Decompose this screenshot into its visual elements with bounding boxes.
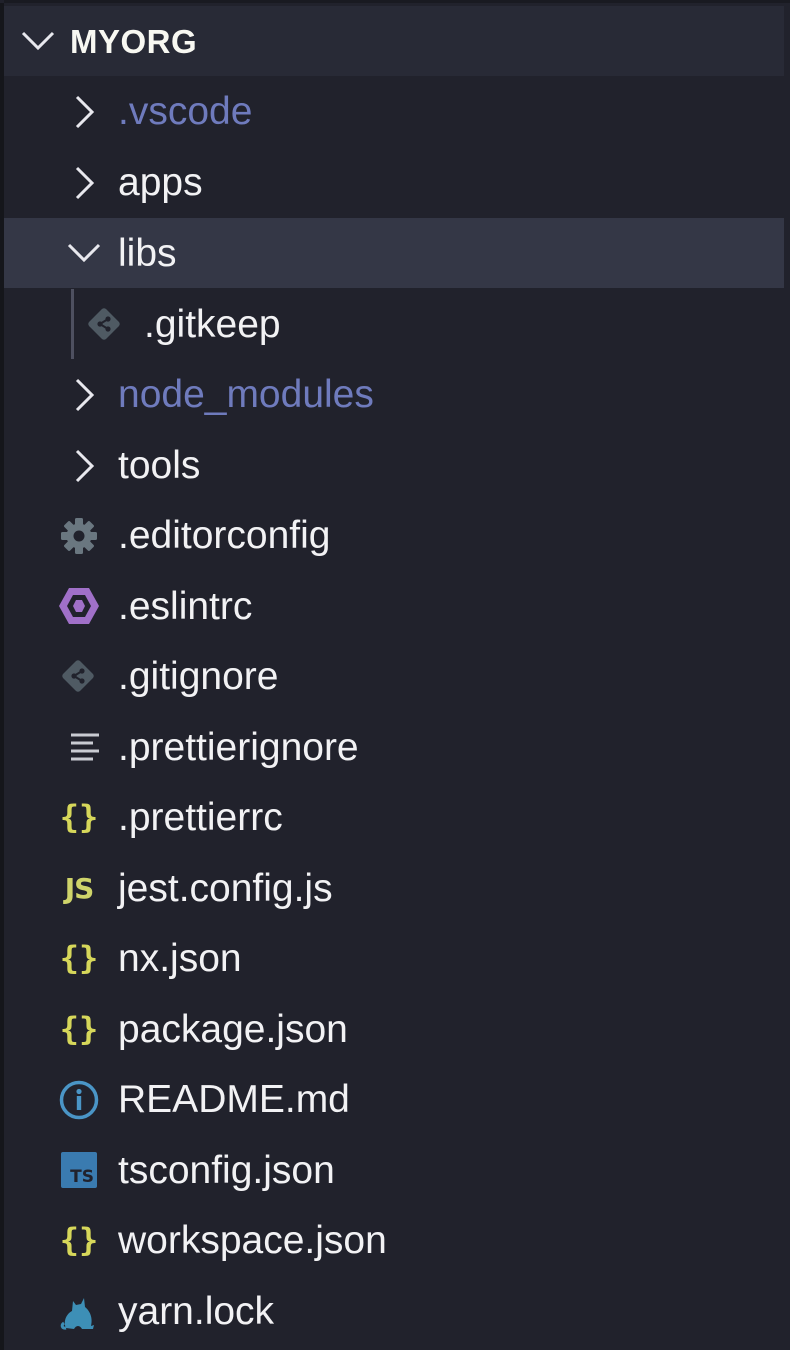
workspace-root-label: MYORG <box>70 23 198 60</box>
tree-item-apps-folder[interactable]: apps <box>4 147 784 217</box>
tree-item-label: tsconfig.json <box>118 1149 335 1192</box>
tree-item-prettierignore-file[interactable]: .prettierignore <box>4 712 784 782</box>
js-icon: JS <box>59 870 99 906</box>
tree-item-eslintrc-file[interactable]: .eslintrc <box>4 571 784 641</box>
braces-icon: {} <box>59 1009 99 1049</box>
ts-icon: TS <box>61 1152 97 1188</box>
tree-item-tsconfig-file[interactable]: TS tsconfig.json <box>4 1135 784 1205</box>
braces-icon: {} <box>59 1220 99 1260</box>
tree-item-gitignore-file[interactable]: .gitignore <box>4 641 784 711</box>
git-icon <box>86 306 122 342</box>
tree-item-nx-json-file[interactable]: {} nx.json <box>4 923 784 993</box>
chevron-down-icon[interactable] <box>66 240 102 266</box>
svg-text:{}: {} <box>60 1010 99 1048</box>
tree-item-yarn-lock-file[interactable]: yarn.lock <box>4 1276 784 1346</box>
chevron-down-icon[interactable] <box>20 28 56 54</box>
chevron-right-icon[interactable] <box>72 165 98 201</box>
tree-item-node-modules-folder[interactable]: node_modules <box>4 359 784 429</box>
tree-item-label: nx.json <box>118 937 242 980</box>
tree-item-package-json-file[interactable]: {} package.json <box>4 994 784 1064</box>
git-icon <box>60 658 96 694</box>
tree-item-libs-folder[interactable]: libs <box>4 218 784 288</box>
yarn-cat-icon <box>60 1292 98 1332</box>
js-icon-text: JS <box>64 871 95 905</box>
explorer-root-header[interactable]: MYORG <box>4 6 784 76</box>
lines-icon <box>68 731 102 763</box>
svg-text:{}: {} <box>60 1221 99 1259</box>
info-icon <box>58 1079 100 1121</box>
tree-item-prettierrc-file[interactable]: {} .prettierrc <box>4 782 784 852</box>
tree-item-label: jest.config.js <box>118 867 333 910</box>
tree-item-label: .editorconfig <box>118 514 331 557</box>
tree-item-gitkeep-file[interactable]: .gitkeep <box>4 289 784 359</box>
tree-item-label: libs <box>118 232 177 275</box>
tree-item-label: .prettierignore <box>118 726 359 769</box>
chevron-right-icon[interactable] <box>72 377 98 413</box>
tree-item-jest-config-file[interactable]: JS jest.config.js <box>4 853 784 923</box>
chevron-right-icon[interactable] <box>72 94 98 130</box>
tree-item-label: apps <box>118 161 203 204</box>
tree-item-label: .vscode <box>118 90 253 133</box>
svg-text:{}: {} <box>60 798 99 836</box>
chevron-right-icon[interactable] <box>72 448 98 484</box>
tree-item-label: yarn.lock <box>118 1290 275 1333</box>
braces-icon: {} <box>59 797 99 837</box>
tree-item-label: .gitignore <box>118 655 279 698</box>
tree-item-label: .gitkeep <box>144 303 281 346</box>
tree-item-label: package.json <box>118 1008 348 1051</box>
tree-item-label: node_modules <box>118 373 374 416</box>
tree-item-label: tools <box>118 444 201 487</box>
tree-item-label: workspace.json <box>118 1219 387 1262</box>
tree-item-tools-folder[interactable]: tools <box>4 430 784 500</box>
tree-item-vscode-folder[interactable]: .vscode <box>4 76 784 146</box>
tree-item-label: README.md <box>118 1078 350 1121</box>
tree-item-label: .prettierrc <box>118 796 283 839</box>
tree-item-workspace-json-file[interactable]: {} workspace.json <box>4 1205 784 1275</box>
braces-icon: {} <box>59 938 99 978</box>
gear-icon <box>60 517 98 555</box>
ts-icon-text: TS <box>70 1167 94 1187</box>
svg-text:{}: {} <box>60 939 99 977</box>
file-explorer-panel: MYORG .vscode apps libs .gitkeep node_mo… <box>0 0 790 1350</box>
tree-item-editorconfig-file[interactable]: .editorconfig <box>4 500 784 570</box>
tree-item-label: .eslintrc <box>118 585 253 628</box>
tree-item-readme-file[interactable]: README.md <box>4 1064 784 1134</box>
eslint-hexagon-icon <box>58 586 100 626</box>
